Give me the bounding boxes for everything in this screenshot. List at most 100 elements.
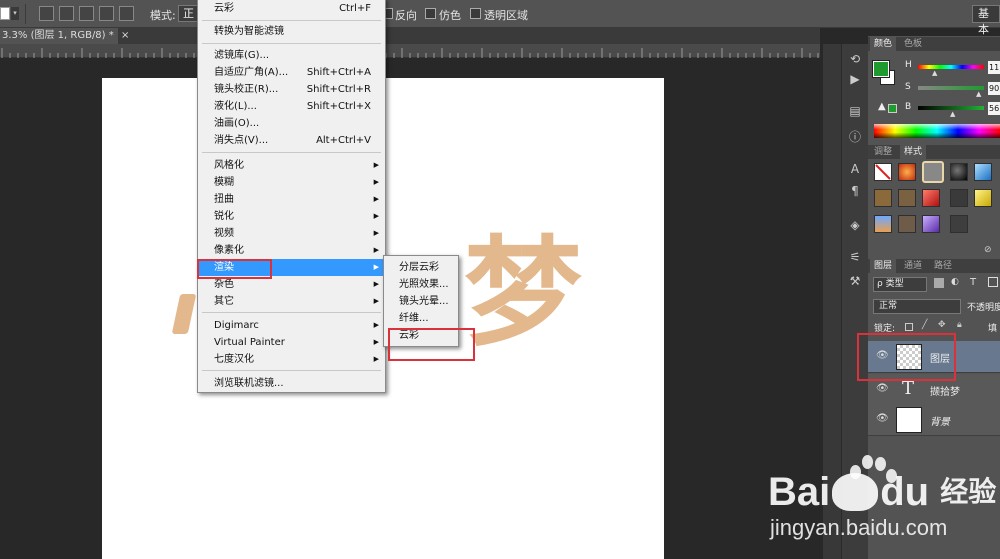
menu-item-virtual-painter[interactable]: Virtual Painter ▶ <box>198 334 385 351</box>
lock-all-icon[interactable]: 🔒︎ <box>957 320 962 330</box>
menu-item-qidu-localization[interactable]: 七度汉化 ▶ <box>198 351 385 368</box>
submenu-item-fibers[interactable]: 纤维... <box>384 310 458 327</box>
info-icon[interactable]: ⓘ <box>846 128 864 144</box>
tab-channels[interactable]: 通道 <box>900 259 926 273</box>
layer-row-background[interactable]: 👁︎ 背景 <box>868 404 1000 436</box>
add-selection-icon[interactable] <box>59 6 74 21</box>
style-rust-icon[interactable] <box>898 215 916 233</box>
brush-preset-icon[interactable]: ⚟ <box>846 250 864 266</box>
submenu-arrow-icon: ▶ <box>373 212 379 220</box>
menu-item-blur[interactable]: 模糊 ▶ <box>198 174 385 191</box>
h-slider[interactable] <box>918 65 984 69</box>
tab-color[interactable]: 颜色 <box>870 37 897 51</box>
h-value-field[interactable]: 11 <box>988 61 1000 74</box>
history-icon[interactable]: ⟲ <box>846 52 864 68</box>
style-charcoal-icon[interactable] <box>950 215 968 233</box>
tab-adjustments[interactable]: 调整 <box>870 145 896 159</box>
style-bronze-icon[interactable] <box>898 189 916 207</box>
s-value-field[interactable]: 90 <box>988 82 1000 95</box>
menu-item-oil-paint[interactable]: 油画(O)... <box>198 115 385 132</box>
subtract-selection-icon[interactable] <box>79 6 94 21</box>
visibility-eye-icon[interactable]: 👁︎ <box>876 413 889 424</box>
color-swatch-icon[interactable] <box>0 7 10 20</box>
style-yellow-icon[interactable] <box>974 189 992 207</box>
text-layer-icon: T <box>902 378 915 399</box>
new-selection-icon[interactable] <box>39 6 54 21</box>
color-panel-tabs: 颜色 色板 <box>868 37 1000 51</box>
3d-icon[interactable]: ◈ <box>846 218 864 234</box>
menu-item-adaptive-wide-angle[interactable]: 自适应广角(A)... Shift+Ctrl+A <box>198 64 385 81</box>
grid-selection-icon[interactable] <box>119 6 134 21</box>
paragraph-icon[interactable]: ¶ <box>846 184 864 200</box>
document-tab[interactable]: 3.3% (图层 1, RGB/8) * × <box>0 28 129 44</box>
menu-item-label: 七度汉化 <box>214 354 254 365</box>
menu-item-other[interactable]: 其它 ▶ <box>198 293 385 310</box>
menu-item-pixelate[interactable]: 像素化 ▶ <box>198 242 385 259</box>
s-slider[interactable] <box>918 86 984 90</box>
submenu-item-lens-flare[interactable]: 镜头光晕... <box>384 293 458 310</box>
filter-type-icon[interactable]: T <box>970 277 976 288</box>
menu-item-label: 镜头校正(R)... <box>214 84 279 95</box>
tab-paths[interactable]: 路径 <box>930 259 956 273</box>
filter-shape-icon[interactable] <box>988 277 998 287</box>
style-red-gradient-icon[interactable] <box>922 189 940 207</box>
color-spectrum-ramp[interactable] <box>874 124 1000 138</box>
submenu-item-lighting-effects[interactable]: 光照效果... <box>384 276 458 293</box>
styles-delete-icon[interactable]: ⊘ <box>984 245 992 255</box>
submenu-item-difference-clouds[interactable]: 分层云彩 <box>384 259 458 276</box>
layer-name[interactable]: 撷拾梦 <box>930 383 960 398</box>
s-slider-handle-icon[interactable]: ▲ <box>976 90 981 98</box>
filter-pixel-icon[interactable] <box>934 278 944 288</box>
workspace-button[interactable]: 基本 <box>972 5 1000 36</box>
tool-preset-icon[interactable]: ⚒ <box>846 274 864 290</box>
close-tab-icon[interactable]: × <box>121 30 129 41</box>
tab-styles[interactable]: 样式 <box>900 145 927 159</box>
tab-layers[interactable]: 图层 <box>870 259 897 273</box>
submenu-arrow-icon: ▶ <box>373 280 379 288</box>
h-slider-handle-icon[interactable]: ▲ <box>932 69 937 77</box>
menu-item-browse-online-filters[interactable]: 浏览联机滤镜... <box>198 375 385 392</box>
tab-swatches[interactable]: 色板 <box>900 37 926 51</box>
menu-item-stylize[interactable]: 风格化 ▶ <box>198 157 385 174</box>
style-dark-icon[interactable] <box>950 189 968 207</box>
style-wood-icon[interactable] <box>874 189 892 207</box>
menu-item-lens-correction[interactable]: 镜头校正(R)... Shift+Ctrl+R <box>198 81 385 98</box>
foreground-color-swatch[interactable] <box>872 60 890 78</box>
play-action-icon[interactable]: ▶ <box>846 72 864 88</box>
visibility-eye-icon[interactable]: 👁︎ <box>876 383 889 394</box>
blend-mode-select[interactable]: 正常 <box>873 299 961 314</box>
menu-item-liquify[interactable]: 液化(L)... Shift+Ctrl+X <box>198 98 385 115</box>
menu-item-convert-smart-filter[interactable]: 转换为智能滤镜 <box>198 23 385 40</box>
style-none-icon[interactable] <box>874 163 892 181</box>
menu-item-sharpen[interactable]: 锐化 ▶ <box>198 208 385 225</box>
layer-filter-select[interactable]: ρ 类型 <box>873 277 927 292</box>
lock-image-icon[interactable]: ╱ <box>922 320 927 330</box>
menu-item-distort[interactable]: 扭曲 ▶ <box>198 191 385 208</box>
b-value-field[interactable]: 56 <box>988 102 1000 115</box>
lock-position-icon[interactable]: ✥ <box>938 320 946 330</box>
style-sky-icon[interactable] <box>874 215 892 233</box>
layer-comps-icon[interactable]: ▤ <box>846 104 864 120</box>
menu-item-video[interactable]: 视频 ▶ <box>198 225 385 242</box>
menu-item-clouds-last[interactable]: 云彩 Ctrl+F <box>198 0 385 17</box>
style-beveled-frame-icon[interactable] <box>922 161 944 183</box>
style-purple-icon[interactable] <box>922 215 940 233</box>
menu-item-vanishing-point[interactable]: 消失点(V)... Alt+Ctrl+V <box>198 132 385 149</box>
character-icon[interactable]: A <box>846 162 864 178</box>
b-slider-handle-icon[interactable]: ▲ <box>950 110 955 118</box>
submenu-arrow-icon: ▶ <box>373 338 379 346</box>
intersect-selection-icon[interactable] <box>99 6 114 21</box>
menu-shortcut: Shift+Ctrl+R <box>306 84 371 95</box>
style-orange-glow-icon[interactable] <box>898 163 916 181</box>
swatch-dropdown-icon[interactable]: ▾ <box>11 7 19 20</box>
style-blue-glass-icon[interactable] <box>974 163 992 181</box>
transparency-checkbox[interactable] <box>470 8 481 19</box>
style-black-ball-icon[interactable] <box>950 163 968 181</box>
lock-transparent-icon[interactable] <box>905 323 913 331</box>
dither-checkbox[interactable] <box>425 8 436 19</box>
menu-item-digimarc[interactable]: Digimarc ▶ <box>198 317 385 334</box>
filter-adjustment-icon[interactable]: ◐ <box>951 277 959 287</box>
menu-item-filter-gallery[interactable]: 滤镜库(G)... <box>198 47 385 64</box>
layer-filter-label: ρ 类型 <box>877 279 904 289</box>
layer-name[interactable]: 背景 <box>930 413 950 428</box>
